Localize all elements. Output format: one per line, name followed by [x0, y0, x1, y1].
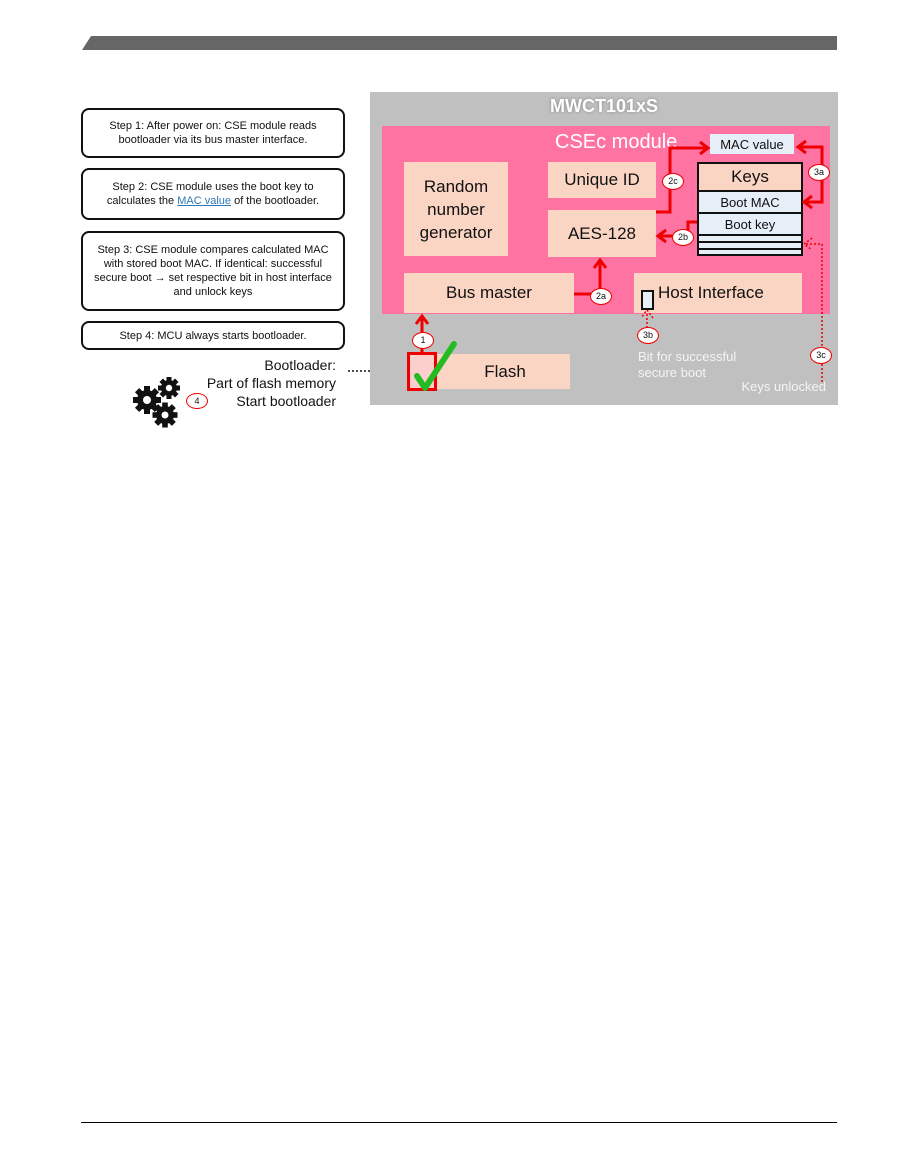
- secure-boot-bit: [641, 290, 654, 310]
- keys-table: Keys Boot MAC Boot key: [697, 162, 803, 256]
- step-3-text: Step 3: CSE module compares calculated M…: [94, 244, 332, 298]
- bit-success-label: Bit for successful secure boot: [638, 349, 737, 380]
- step-marker-3b: 3b: [637, 327, 659, 344]
- bootloader-region: [407, 352, 437, 391]
- keys-row-boot-key: Boot key: [699, 214, 801, 236]
- footer-rule: [81, 1122, 837, 1123]
- cse-module: CSEc module Random number generator Uniq…: [382, 126, 830, 314]
- keys-row-boot-mac: Boot MAC: [699, 192, 801, 214]
- host-interface-block: Host Interface: [634, 273, 802, 313]
- unique-id-block: Unique ID: [548, 162, 656, 198]
- keys-header: Keys: [699, 164, 801, 192]
- gears-icon: [133, 377, 180, 428]
- step-1-box: Step 1: After power on: CSE module reads…: [81, 108, 345, 158]
- chip-title: MWCT101xS: [549, 96, 659, 116]
- bus-master-block: Bus master: [404, 273, 574, 313]
- step-marker-2c: 2c: [662, 173, 684, 190]
- step-marker-1: 1: [412, 332, 434, 349]
- header-bar: [82, 36, 837, 50]
- step-1-text: Step 1: After power on: CSE module reads…: [109, 120, 317, 146]
- mcu-chip: MWCT101xS CSEc module Random number gene…: [370, 92, 838, 405]
- flash-part-label: Part of flash memory: [206, 375, 336, 391]
- keys-row-empty: [699, 236, 801, 243]
- step-2-text-b: of the bootloader.: [231, 195, 320, 207]
- mac-value-link[interactable]: MAC value: [177, 195, 231, 207]
- step-marker-2b: 2b: [672, 229, 694, 246]
- step-4-text: Step 4: MCU always starts bootloader.: [119, 329, 307, 342]
- step-marker-3a: 3a: [808, 164, 830, 181]
- step-3-box: Step 3: CSE module compares calculated M…: [81, 231, 345, 311]
- step-marker-4: 4: [186, 393, 208, 409]
- start-bootloader-label: Start bootloader: [236, 393, 336, 409]
- aes-block: AES-128: [548, 210, 656, 257]
- cse-module-title: CSEc module: [555, 131, 678, 153]
- mac-value-box: MAC value: [710, 134, 794, 154]
- step-4-box: Step 4: MCU always starts bootloader.: [81, 321, 345, 350]
- bootloader-label: Bootloader:: [264, 357, 336, 373]
- rng-block: Random number generator: [404, 162, 508, 256]
- step-marker-3c: 3c: [810, 347, 832, 364]
- step-2-box: Step 2: CSE module uses the boot key to …: [81, 168, 345, 220]
- keys-row-empty: [699, 243, 801, 250]
- step-marker-2a: 2a: [590, 288, 612, 305]
- keys-unlocked-label: Keys unlocked: [741, 379, 826, 394]
